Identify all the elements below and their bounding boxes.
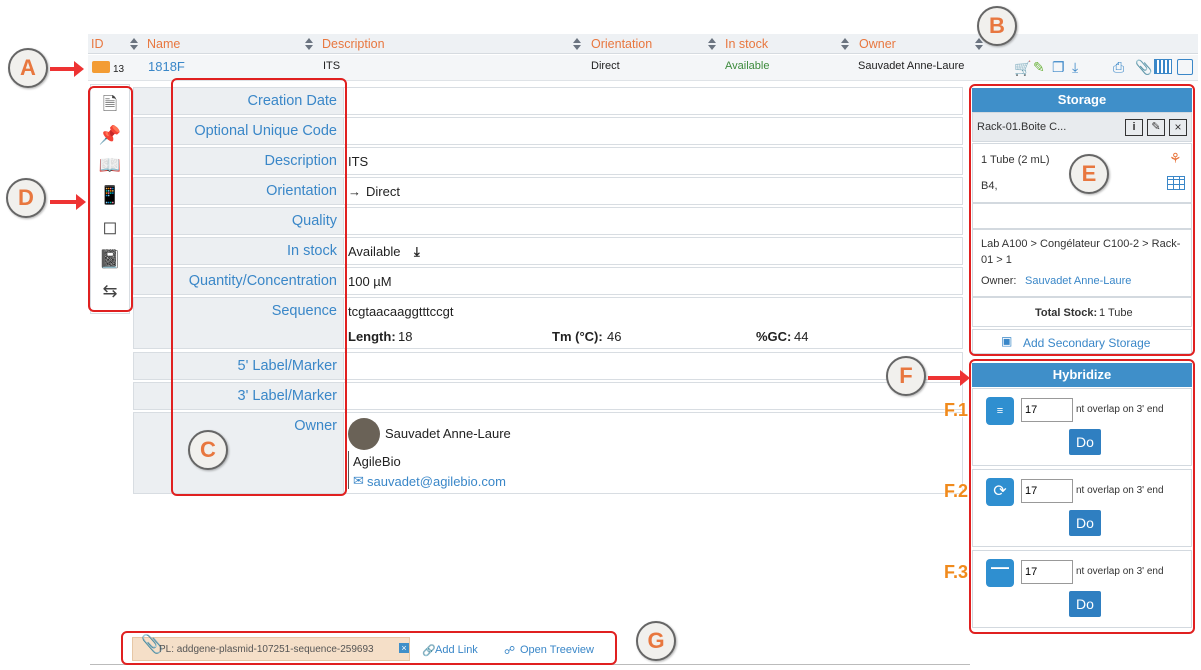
arrow-right-icon: → (348, 184, 361, 199)
callout-arrow (50, 194, 86, 210)
highlight-box-d (88, 86, 133, 312)
value-in-stock: Available (348, 244, 401, 259)
callout-arrow (928, 370, 970, 386)
row-count: 13 (113, 64, 125, 75)
overlap-text-3: nt overlap on 3' end (1076, 566, 1164, 577)
circular-icon: ⟳ (986, 478, 1014, 506)
tag-f3: F.3 (944, 562, 969, 582)
owner-email[interactable]: sauvadet@agilebio.com (367, 474, 506, 489)
value-description: ITS (348, 154, 369, 169)
overlap-input-2[interactable] (1021, 479, 1073, 503)
do-button-2[interactable]: Do (1069, 510, 1101, 536)
row-orientation: Direct (591, 60, 620, 72)
table-header: ID Name Description Orientation In stock… (88, 34, 1198, 54)
callout-arrow (50, 61, 84, 77)
callout-g: G (636, 621, 676, 661)
col-orientation[interactable]: Orientation (591, 37, 652, 51)
tag-f1: F.1 (944, 400, 969, 420)
hybridize-row-1: ≡ nt overlap on 3' end Do (972, 388, 1192, 466)
overlap-input-3[interactable] (1021, 560, 1073, 584)
sort-icon[interactable] (841, 38, 850, 50)
tag-f2: F.2 (944, 481, 969, 501)
callout-d: D (6, 178, 46, 218)
edit-icon[interactable]: ✎ (1033, 59, 1045, 76)
attach-icon[interactable]: 📎 (1135, 59, 1152, 76)
callout-c: C (188, 430, 228, 470)
owner-name: Sauvadet Anne-Laure (385, 426, 511, 441)
print-icon[interactable]: ⎙ (1113, 59, 1124, 76)
row-description: ITS (323, 60, 341, 72)
callout-e: E (1069, 154, 1109, 194)
tm-label: Tm (°C): (552, 329, 603, 344)
cart-icon[interactable]: 🛒 (1014, 60, 1031, 77)
hybrid-dna-icon: ≡ (986, 397, 1014, 425)
highlight-box-g (121, 631, 617, 665)
do-button-1[interactable]: Do (1069, 429, 1101, 455)
col-id[interactable]: ID (91, 37, 104, 51)
barcode-icon[interactable] (1154, 59, 1172, 74)
row-name[interactable]: 1818F (148, 59, 185, 74)
divider (348, 451, 349, 489)
download-icon[interactable]: ⤓ (1072, 59, 1078, 76)
callout-a: A (8, 48, 48, 88)
col-in-stock[interactable]: In stock (725, 37, 768, 51)
owner-org: AgileBio (353, 454, 401, 469)
hybridize-row-3: ▬▬▬ nt overlap on 3' end Do (972, 550, 1192, 628)
sort-icon[interactable] (305, 38, 314, 50)
mail-icon: ✉ (353, 473, 364, 488)
sort-icon[interactable] (708, 38, 717, 50)
hybridize-row-2: ⟳ nt overlap on 3' end Do (972, 469, 1192, 547)
sequence-align-icon: ▬▬▬ (986, 559, 1014, 587)
value-orientation: Direct (366, 184, 400, 199)
folder-open-icon[interactable] (92, 61, 110, 73)
overlap-text-2: nt overlap on 3' end (1076, 485, 1164, 496)
overlap-input-1[interactable] (1021, 398, 1073, 422)
calendar-icon[interactable] (1177, 59, 1193, 75)
overlap-text-1: nt overlap on 3' end (1076, 404, 1164, 415)
length-value: 18 (398, 329, 413, 344)
callout-f: F (886, 356, 926, 396)
col-owner[interactable]: Owner (859, 37, 896, 51)
length-label: Length: (348, 329, 396, 344)
highlight-box-e (969, 84, 1195, 356)
avatar (348, 418, 380, 450)
gc-label: %GC: (756, 329, 792, 344)
value-quantity: 100 µM (348, 274, 392, 289)
row-in-stock: Available (725, 60, 770, 72)
sort-icon[interactable] (130, 38, 139, 50)
do-button-3[interactable]: Do (1069, 591, 1101, 617)
value-sequence: tcgtaacaaggtttccgt (348, 304, 454, 319)
col-description[interactable]: Description (322, 37, 385, 51)
callout-b: B (977, 6, 1017, 46)
gc-value: 44 (794, 329, 809, 344)
sort-icon[interactable] (573, 38, 582, 50)
download-arrow-icon[interactable]: ⤓ (414, 244, 420, 260)
tm-value: 46 (607, 329, 622, 344)
col-name[interactable]: Name (147, 37, 180, 51)
copy-icon[interactable]: ❐ (1052, 59, 1065, 76)
row-owner: Sauvadet Anne-Laure (858, 60, 965, 72)
